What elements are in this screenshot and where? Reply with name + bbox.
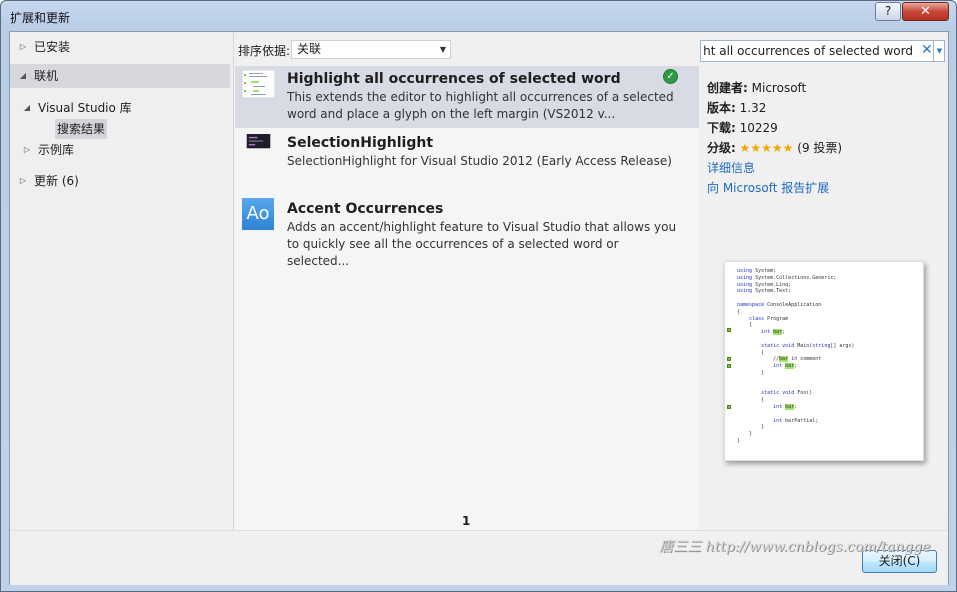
margin-glyph — [727, 357, 731, 361]
accent-occurrences-icon: Ao — [242, 198, 274, 230]
list-item[interactable]: Highlight all occurrences of selected wo… — [235, 66, 699, 128]
margin-glyph — [727, 364, 731, 368]
page-number[interactable]: 1 — [462, 514, 470, 528]
item-description: This extends the editor to highlight all… — [287, 90, 674, 121]
nav-online[interactable]: ◢ 联机 — [10, 64, 230, 88]
creator-value: Microsoft — [751, 81, 807, 95]
search-dropdown-icon[interactable]: ▼ — [933, 41, 945, 61]
sort-value: 关联 — [297, 42, 322, 56]
rating-row: 分级: ★★★★★ (9 投票) — [707, 139, 842, 156]
extensions-window: 扩展和更新 ? ✕ ▷ 已安装 ◢ 联机 ◢ Visual Studio 库 搜… — [0, 0, 957, 592]
nav-installed[interactable]: ▷ 已安装 — [10, 35, 234, 59]
code-preview: using System; using System.Collections.G… — [737, 268, 855, 444]
sort-dropdown[interactable]: 关联 ▼ — [291, 40, 451, 59]
installed-check-icon: ✓ — [663, 69, 678, 84]
creator-row: 创建者: Microsoft — [707, 79, 806, 96]
sort-label: 排序依据: — [238, 44, 291, 58]
selectionhighlight-icon — [246, 134, 271, 149]
star-rating-icon: ★★★★★ — [739, 141, 794, 155]
nav-search-results[interactable]: 搜索结果 — [55, 119, 108, 139]
item-description: Adds an accent/highlight feature to Visu… — [287, 220, 677, 268]
downloads-row: 下载: 10229 — [707, 119, 778, 136]
list-item[interactable]: SelectionHighlight SelectionHighlight fo… — [235, 130, 699, 192]
dialog-body: ▷ 已安装 ◢ 联机 ◢ Visual Studio 库 搜索结果 ▷ 示例库 … — [9, 31, 949, 585]
title-bar: 扩展和更新 ? ✕ — [1, 1, 956, 31]
watermark-text: 唐三三 http://www.cnblogs.com/tangge — [659, 539, 931, 555]
nav-samples-label: 示例库 — [38, 143, 75, 157]
creator-label: 创建者: — [707, 81, 748, 95]
more-info-link[interactable]: 详细信息 — [707, 159, 755, 176]
collapse-icon[interactable]: ◢ — [18, 71, 28, 81]
item-title: SelectionHighlight — [287, 135, 434, 151]
version-label: 版本: — [707, 101, 736, 115]
list-item[interactable]: Ao Accent Occurrences Adds an accent/hig… — [235, 196, 699, 268]
search-input[interactable]: Highlight all occurrences of selected wo… — [703, 44, 913, 58]
highlight-extension-icon — [242, 70, 275, 98]
nav-installed-label: 已安装 — [34, 40, 71, 54]
item-title: Accent Occurrences — [287, 201, 444, 217]
preview-image: using System; using System.Collections.G… — [724, 261, 924, 461]
expand-icon[interactable]: ▷ — [22, 145, 32, 155]
nav-updates-label: 更新 (6) — [34, 174, 79, 188]
expand-icon[interactable]: ▷ — [18, 176, 28, 186]
rating-label: 分级: — [707, 141, 736, 155]
search-box[interactable]: Highlight all occurrences of selected wo… — [700, 40, 945, 62]
nav-online-label: 联机 — [34, 69, 59, 83]
collapse-icon[interactable]: ◢ — [22, 103, 32, 113]
nav-vs-gallery-label: Visual Studio 库 — [38, 101, 132, 115]
clear-search-icon[interactable]: ✕ — [921, 42, 933, 58]
downloads-label: 下载: — [707, 121, 736, 135]
margin-glyph — [727, 405, 731, 409]
help-button[interactable]: ? — [875, 2, 901, 21]
results-list: Highlight all occurrences of selected wo… — [235, 66, 699, 530]
rating-votes: (9 投票) — [797, 141, 843, 155]
downloads-value: 10229 — [739, 121, 778, 135]
nav-updates[interactable]: ▷ 更新 (6) — [10, 169, 234, 193]
nav-vs-gallery[interactable]: ◢ Visual Studio 库 — [10, 96, 234, 120]
report-extension-link[interactable]: 向 Microsoft 报告扩展 — [707, 179, 829, 196]
window-close-button[interactable]: ✕ — [902, 2, 949, 21]
nav-samples[interactable]: ▷ 示例库 — [10, 138, 234, 162]
version-value: 1.32 — [739, 101, 767, 115]
nav-search-results-label: 搜索结果 — [57, 122, 106, 136]
expand-icon[interactable]: ▷ — [18, 42, 28, 52]
item-title: Highlight all occurrences of selected wo… — [287, 71, 621, 87]
margin-glyph — [727, 328, 731, 332]
category-tree: ▷ 已安装 ◢ 联机 ◢ Visual Studio 库 搜索结果 ▷ 示例库 … — [10, 32, 234, 530]
window-title: 扩展和更新 — [10, 11, 71, 25]
version-row: 版本: 1.32 — [707, 99, 766, 116]
chevron-down-icon: ▼ — [439, 45, 446, 54]
item-description: SelectionHighlight for Visual Studio 201… — [287, 154, 672, 168]
